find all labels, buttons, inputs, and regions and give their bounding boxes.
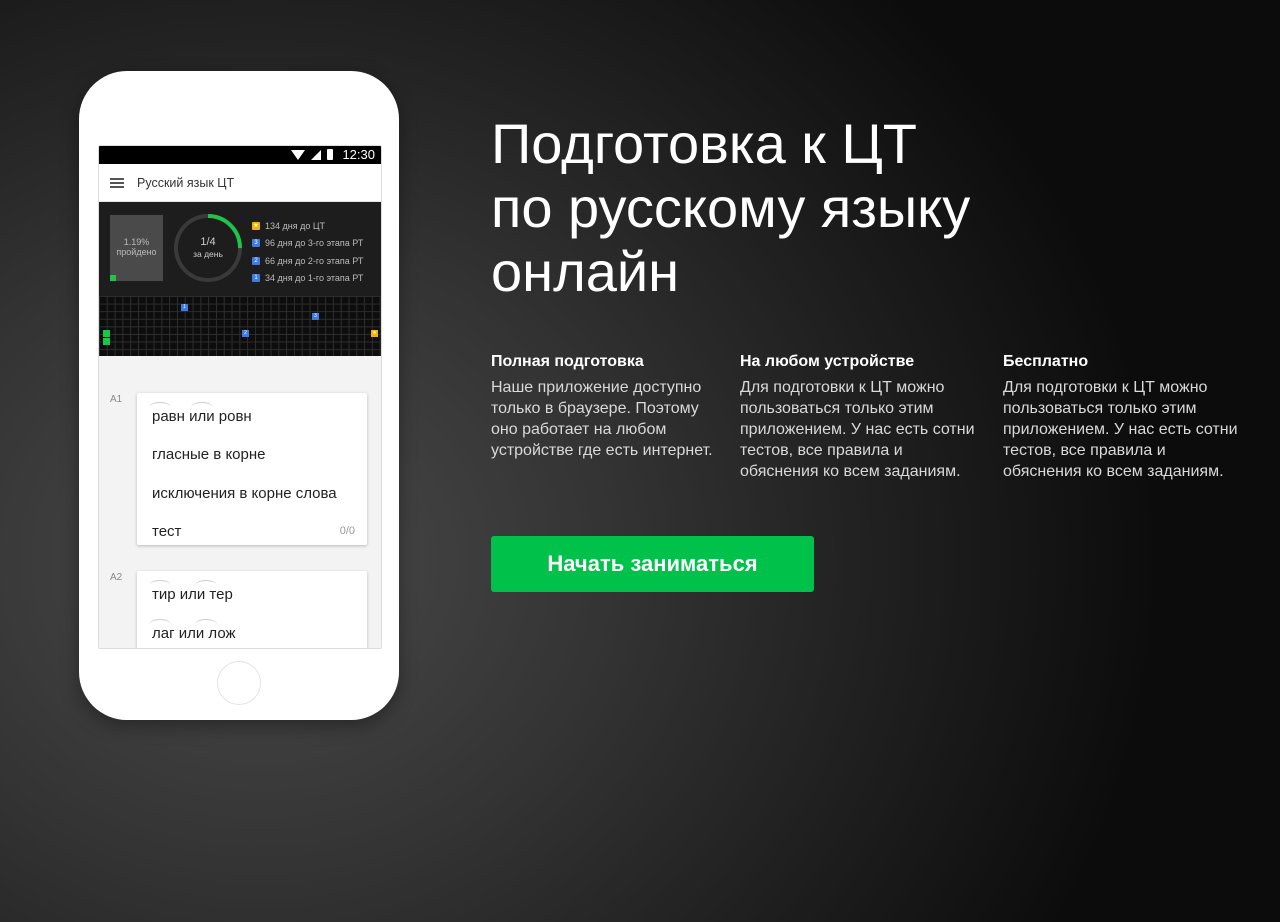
hero-line-2: по русскому языку — [491, 176, 971, 239]
feature-full-prep: Полная подготовка Наше приложение доступ… — [491, 353, 716, 461]
milestone-item: ★ 134 дня до ЦТ — [252, 217, 363, 235]
grid-marker-star: ★ — [371, 330, 378, 337]
status-time: 12:30 — [342, 147, 375, 162]
task-label: A1 — [110, 394, 123, 405]
feature-title: Бесплатно — [1003, 353, 1089, 370]
task-item-test[interactable]: тест 0/0 — [137, 523, 367, 540]
feature-text: Наше приложение доступно только в браузе… — [491, 379, 713, 459]
daily-value: 1/4 — [200, 236, 216, 248]
task-item-label: тест — [152, 523, 182, 540]
hero-title: Подготовка к ЦТ по русскому языку онлайн — [491, 112, 970, 304]
stats-panel: 1.19% пройдено 1/4 за день ★ 134 дня до Ц… — [99, 202, 381, 296]
grid-cell-done — [103, 330, 110, 337]
battery-icon — [327, 149, 333, 160]
milestone-item: 2 66 дня до 2-го этапа РТ — [252, 252, 363, 270]
overall-progress: 1.19% пройдено — [110, 215, 163, 281]
star-icon: ★ — [252, 221, 260, 230]
arc-mark — [191, 402, 213, 413]
stage-badge: 3 — [252, 239, 260, 248]
task-item[interactable]: равн или ровн — [137, 402, 252, 425]
progress-percent: 1.19% — [123, 237, 150, 247]
home-button — [217, 661, 261, 705]
menu-icon[interactable] — [110, 176, 124, 190]
feature-free: Бесплатно Для подготовки к ЦТ можно поль… — [1003, 353, 1248, 482]
arc-mark — [149, 580, 171, 591]
wifi-icon — [291, 149, 305, 160]
grid-marker-2: 2 — [242, 330, 249, 337]
feature-text: Для подготовки к ЦТ можно пользоваться т… — [1003, 379, 1238, 480]
arc-mark — [195, 580, 217, 591]
status-icons — [291, 149, 333, 160]
grid-cell-done — [103, 338, 110, 345]
phone-mockup: 12:30 Русский язык ЦТ 1.19% пройдено 1/4… — [79, 71, 399, 720]
grid-marker-1: 1 — [181, 304, 188, 311]
task-card-a1[interactable]: равн или ровн гласные в корне исключения… — [137, 393, 367, 545]
hero-line-3: онлайн — [491, 240, 680, 303]
milestone-item: 3 96 дня до 3-го этапа РТ — [252, 235, 363, 253]
stage-badge: 2 — [252, 256, 260, 265]
progress-fill — [110, 275, 117, 281]
task-item-label: исключения в корне слова — [152, 485, 337, 502]
start-learning-button[interactable]: Начать заниматься — [491, 536, 814, 592]
task-card-a2[interactable]: тир или тер лаг или лож — [137, 571, 367, 648]
milestone-text: 66 дня до 2-го этапа РТ — [265, 255, 364, 266]
task-item[interactable]: гласные в корне — [137, 446, 266, 463]
test-count: 0/0 — [339, 525, 355, 537]
task-item[interactable]: тир или тер — [137, 580, 233, 603]
task-label: A2 — [110, 572, 123, 583]
milestone-text: 96 дня до 3-го этапа РТ — [265, 238, 364, 249]
arc-mark — [149, 402, 171, 413]
milestone-item: 1 34 дня до 1-го этапа РТ — [252, 270, 363, 288]
progress-label: пройдено — [116, 247, 157, 257]
app-title: Русский язык ЦТ — [137, 175, 235, 190]
task-item[interactable]: лаг или лож — [137, 619, 236, 642]
feature-any-device: На любом устройстве Для подготовки к ЦТ … — [740, 353, 980, 482]
daily-label: за день — [193, 249, 223, 259]
app-bar: Русский язык ЦТ — [99, 164, 381, 202]
hero-line-1: Подготовка к ЦТ — [491, 112, 917, 175]
stage-badge: 1 — [252, 274, 260, 283]
phone-screen: 12:30 Русский язык ЦТ 1.19% пройдено 1/4… — [98, 145, 382, 649]
daily-text: 1/4 за день — [172, 236, 244, 259]
feature-title: На любом устройстве — [740, 353, 915, 370]
arc-mark — [149, 619, 171, 630]
feature-text: Для подготовки к ЦТ можно пользоваться т… — [740, 379, 975, 480]
milestones-list: ★ 134 дня до ЦТ 3 96 дня до 3-го этапа РТ 2 6… — [252, 217, 363, 287]
milestone-text: 134 дня до ЦТ — [265, 220, 326, 231]
task-item-label: гласные в корне — [152, 446, 266, 463]
feature-title: Полная подготовка — [491, 353, 644, 370]
status-bar: 12:30 — [99, 146, 381, 164]
task-item[interactable]: исключения в корне слова — [137, 485, 337, 502]
progress-grid: 1 2 3 ★ — [99, 296, 381, 356]
milestone-text: 34 дня до 1-го этапа РТ — [265, 273, 364, 284]
arc-mark — [195, 619, 217, 630]
signal-icon — [311, 149, 321, 160]
grid-marker-3: 3 — [312, 313, 319, 320]
